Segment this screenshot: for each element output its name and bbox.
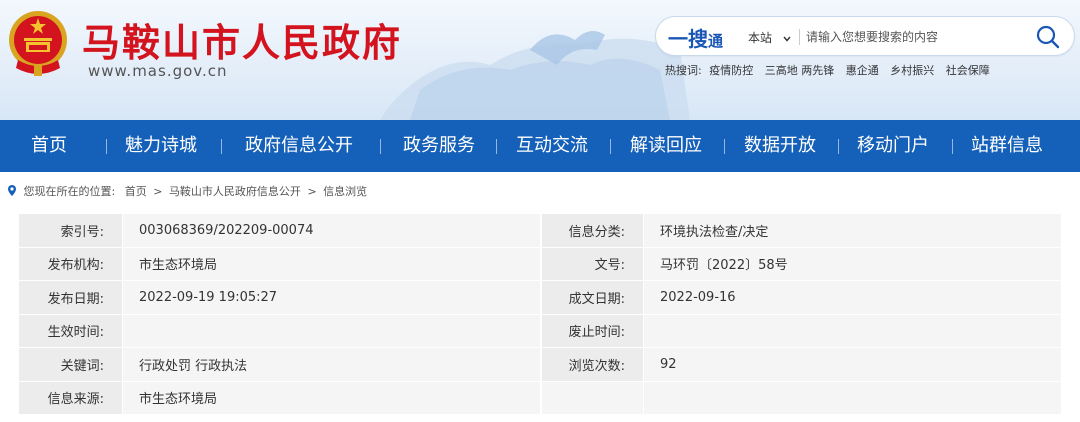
nav-item-services[interactable]: 政务服务	[403, 120, 475, 172]
table-row: 发布机构: 市生态环境局 文号: 马环罚〔2022〕58号	[19, 247, 1061, 281]
value-source: 市生态环境局	[122, 381, 540, 415]
table-row: 索引号: 003068369/202209-00074 信息分类: 环境执法检查…	[19, 214, 1061, 248]
site-header: 马鞍山市人民政府 www.mas.gov.cn 一搜通 本站 热搜词: 疫情防控…	[0, 0, 1080, 120]
nav-divider	[952, 139, 953, 154]
nav-item-charm-city[interactable]: 魅力诗城	[125, 120, 197, 172]
table-row: 信息来源: 市生态环境局	[19, 381, 1061, 415]
hot-term[interactable]: 乡村振兴	[890, 64, 934, 77]
table-row: 发布日期: 2022-09-19 19:05:27 成文日期: 2022-09-…	[19, 281, 1061, 315]
label-publish-date: 发布日期:	[19, 281, 122, 315]
value-view-count: 92	[643, 348, 1061, 382]
nav-divider	[724, 139, 725, 154]
table-row: 生效时间: 废止时间:	[19, 314, 1061, 348]
location-pin-icon	[8, 185, 16, 196]
nav-item-interpretation[interactable]: 解读回应	[630, 120, 702, 172]
hot-term[interactable]: 惠企通	[846, 64, 879, 77]
breadcrumb-current: 信息浏览	[323, 185, 368, 198]
value-category: 环境执法检查/决定	[643, 214, 1061, 248]
breadcrumb-link-home[interactable]: 首页	[125, 185, 147, 198]
galloping-horses-graphic	[380, 31, 690, 120]
breadcrumb-separator: >	[153, 185, 163, 198]
info-table: 索引号: 003068369/202209-00074 信息分类: 环境执法检查…	[19, 214, 1061, 415]
hot-term[interactable]: 社会保障	[946, 64, 990, 77]
chevron-down-icon	[783, 36, 791, 42]
nav-divider	[106, 139, 107, 154]
nav-item-interaction[interactable]: 互动交流	[516, 120, 588, 172]
search-bar: 一搜通 本站	[655, 16, 1075, 56]
hot-search-terms: 热搜词: 疫情防控 三高地 两先锋 惠企通 乡村振兴 社会保障	[665, 62, 998, 78]
label-view-count: 浏览次数:	[540, 348, 643, 382]
empty-cell	[540, 381, 643, 415]
value-publish-date: 2022-09-19 19:05:27	[122, 281, 540, 315]
value-repeal-time	[643, 314, 1061, 348]
breadcrumb-link-info-public[interactable]: 马鞍山市人民政府信息公开	[169, 185, 301, 198]
search-logo-main: 一搜	[668, 27, 708, 51]
nav-divider	[380, 139, 381, 154]
label-doc-number: 文号:	[540, 247, 643, 281]
value-written-date: 2022-09-16	[643, 281, 1061, 315]
nav-item-mobile[interactable]: 移动门户	[857, 120, 929, 172]
nav-item-site-group[interactable]: 站群信息	[971, 120, 1043, 172]
search-logo-accent: 通	[708, 32, 724, 50]
nav-divider	[496, 139, 497, 154]
value-keywords: 行政处罚 行政执法	[122, 348, 540, 382]
breadcrumb-prefix: 您现在所在的位置:	[23, 185, 116, 198]
empty-cell	[643, 381, 1061, 415]
label-category: 信息分类:	[540, 214, 643, 248]
hot-term[interactable]: 三高地 两先锋	[765, 64, 835, 77]
site-url: www.mas.gov.cn	[88, 62, 228, 80]
value-index-no: 003068369/202209-00074	[122, 214, 540, 248]
nav-item-open-data[interactable]: 数据开放	[744, 120, 816, 172]
label-effective-time: 生效时间:	[19, 314, 122, 348]
nav-item-home[interactable]: 首页	[31, 120, 67, 172]
label-publisher: 发布机构:	[19, 247, 122, 281]
table-row: 关键词: 行政处罚 行政执法 浏览次数: 92	[19, 348, 1061, 382]
search-scope-label: 本站	[748, 31, 773, 45]
label-keywords: 关键词:	[19, 348, 122, 382]
label-repeal-time: 废止时间:	[540, 314, 643, 348]
nav-item-gov-info[interactable]: 政府信息公开	[245, 120, 353, 172]
search-logo: 一搜通	[668, 23, 723, 52]
national-emblem-icon	[9, 11, 67, 76]
site-title[interactable]: 马鞍山市人民政府	[82, 12, 402, 67]
hot-search-label: 热搜词:	[665, 64, 702, 77]
search-input[interactable]	[806, 25, 1026, 49]
nav-divider	[610, 139, 611, 154]
label-written-date: 成文日期:	[540, 281, 643, 315]
nav-divider	[838, 139, 839, 154]
value-publisher: 市生态环境局	[122, 247, 540, 281]
breadcrumb: 您现在所在的位置: 首页 > 马鞍山市人民政府信息公开 > 信息浏览	[8, 183, 367, 199]
hot-term[interactable]: 疫情防控	[709, 64, 753, 77]
label-source: 信息来源:	[19, 381, 122, 415]
search-divider	[799, 29, 800, 45]
nav-divider	[221, 139, 222, 154]
search-scope-select[interactable]: 本站	[748, 29, 792, 46]
value-effective-time	[122, 314, 540, 348]
main-nav: 首页 魅力诗城 政府信息公开 政务服务 互动交流 解读回应 数据开放 移动门户 …	[0, 120, 1080, 172]
breadcrumb-separator: >	[307, 185, 317, 198]
search-icon[interactable]	[1034, 23, 1062, 51]
value-doc-number: 马环罚〔2022〕58号	[643, 247, 1061, 281]
label-index-no: 索引号:	[19, 214, 122, 248]
